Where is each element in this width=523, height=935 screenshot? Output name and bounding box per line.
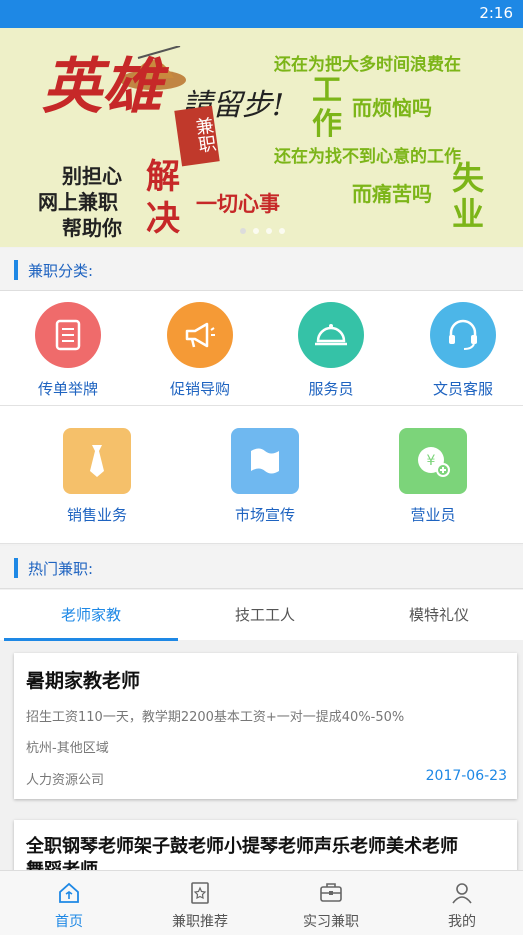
nav-label: 首页 bbox=[55, 914, 83, 930]
category-waiter[interactable]: 服务员 bbox=[298, 302, 364, 399]
job-title: 暑期家教老师 bbox=[26, 670, 141, 692]
status-time: 2:16 bbox=[479, 4, 513, 22]
category-shop-assistant[interactable]: ¥ 营业员 bbox=[399, 428, 467, 525]
nav-label: 实习兼职 bbox=[303, 914, 359, 930]
nav-recommend[interactable]: 兼职推荐 bbox=[135, 871, 265, 935]
yuan-icon: ¥ bbox=[399, 428, 467, 494]
banner-left-title: 英雄 bbox=[42, 52, 162, 122]
banner-dot[interactable] bbox=[240, 228, 246, 234]
job-location: 杭州-其他区域 bbox=[26, 741, 109, 756]
bottom-navigation: 首页 兼职推荐 实习兼职 我的 bbox=[0, 870, 523, 935]
category-promotion[interactable]: 促销导购 bbox=[167, 302, 233, 399]
banner-left-line1: 别担心 bbox=[62, 164, 122, 188]
nav-profile[interactable]: 我的 bbox=[397, 871, 523, 935]
job-date: 2017-06-23 bbox=[425, 768, 507, 784]
job-description: 招生工资110一天，教学期2200基本工资+一对一提成40%-50% bbox=[26, 710, 405, 725]
tie-icon bbox=[63, 428, 131, 494]
banner-dot[interactable] bbox=[253, 228, 259, 234]
nav-home[interactable]: 首页 bbox=[4, 871, 134, 935]
banner-dot[interactable] bbox=[266, 228, 272, 234]
briefcase-icon bbox=[320, 883, 342, 902]
flyer-icon bbox=[35, 302, 101, 368]
tab-teacher-tutor[interactable]: 老师家教 bbox=[4, 590, 178, 640]
megaphone-icon bbox=[167, 302, 233, 368]
svg-text:¥: ¥ bbox=[427, 453, 436, 469]
profile-icon bbox=[452, 883, 472, 904]
nav-label: 我的 bbox=[448, 914, 476, 930]
category-label: 营业员 bbox=[410, 506, 456, 524]
category-label: 市场宣传 bbox=[234, 506, 295, 524]
category-flyer[interactable]: 传单举牌 bbox=[35, 302, 101, 399]
category-label: 销售业务 bbox=[66, 506, 127, 524]
active-tab-indicator bbox=[4, 638, 178, 641]
category-row-1: 传单举牌 促销导购 服务员 文员客服 bbox=[0, 291, 523, 406]
category-row-2: 销售业务 市场宣传 ¥ 营业员 bbox=[0, 406, 523, 544]
nav-label: 兼职推荐 bbox=[172, 914, 228, 930]
job-company: 人力资源公司 bbox=[26, 773, 105, 788]
tab-model-etiquette[interactable]: 模特礼仪 bbox=[352, 590, 523, 640]
banner-left-line3: 帮助你 bbox=[62, 216, 122, 240]
recommend-icon bbox=[191, 882, 209, 904]
banner-pagination[interactable] bbox=[240, 228, 285, 234]
tab-technician[interactable]: 技工工人 bbox=[178, 590, 352, 640]
banner-all-matters: 一切心事 bbox=[196, 192, 280, 216]
nav-internship[interactable]: 实习兼职 bbox=[266, 871, 396, 935]
banner-unemployed-vertical: 失业 bbox=[452, 159, 485, 233]
hot-section-label: 热门兼职: bbox=[28, 560, 94, 578]
category-marketing[interactable]: 市场宣传 bbox=[231, 428, 299, 525]
headset-icon bbox=[430, 302, 496, 368]
banner-resolve: 解决 bbox=[146, 157, 180, 239]
banner-annoyed: 而烦恼吗 bbox=[352, 96, 432, 120]
section-accent-bar bbox=[14, 558, 18, 578]
category-section-label: 兼职分类: bbox=[28, 262, 94, 280]
category-label: 促销导购 bbox=[169, 380, 230, 398]
category-clerk[interactable]: 文员客服 bbox=[430, 302, 496, 399]
cloche-icon bbox=[298, 302, 364, 368]
category-section-header: 兼职分类: bbox=[0, 248, 523, 291]
banner-right-line2: 还在为找不到心意的工作 bbox=[274, 147, 461, 167]
category-label: 传单举牌 bbox=[37, 380, 98, 398]
job-card[interactable]: 暑期家教老师 招生工资110一天，教学期2200基本工资+一对一提成40%-50… bbox=[14, 653, 517, 799]
category-label: 文员客服 bbox=[432, 380, 493, 398]
hot-section-header: 热门兼职: bbox=[0, 546, 523, 589]
section-accent-bar bbox=[14, 260, 18, 280]
banner-right-line1: 还在为把大多时间浪费在 bbox=[274, 55, 461, 75]
category-sales[interactable]: 销售业务 bbox=[63, 428, 131, 525]
category-label: 服务员 bbox=[308, 380, 354, 398]
banner-left-line2: 网上兼职 bbox=[38, 190, 118, 214]
banner-dot[interactable] bbox=[279, 228, 285, 234]
home-icon bbox=[59, 882, 79, 903]
banner-work-vertical: 工作 bbox=[312, 73, 342, 142]
status-bar: 2:16 bbox=[0, 0, 523, 28]
job-title: 全职钢琴老师架子鼓老师小提琴老师声乐老师美术老师 bbox=[26, 836, 458, 857]
flag-icon bbox=[231, 428, 299, 494]
job-tabs: 老师家教 技工工人 模特礼仪 bbox=[0, 590, 523, 640]
banner-suffer: 而痛苦吗 bbox=[352, 182, 432, 206]
promo-banner[interactable]: 英雄 請留步! 兼职 别担心 网上兼职 帮助你 解决 一切心事 还在为把大多时间… bbox=[0, 28, 523, 247]
